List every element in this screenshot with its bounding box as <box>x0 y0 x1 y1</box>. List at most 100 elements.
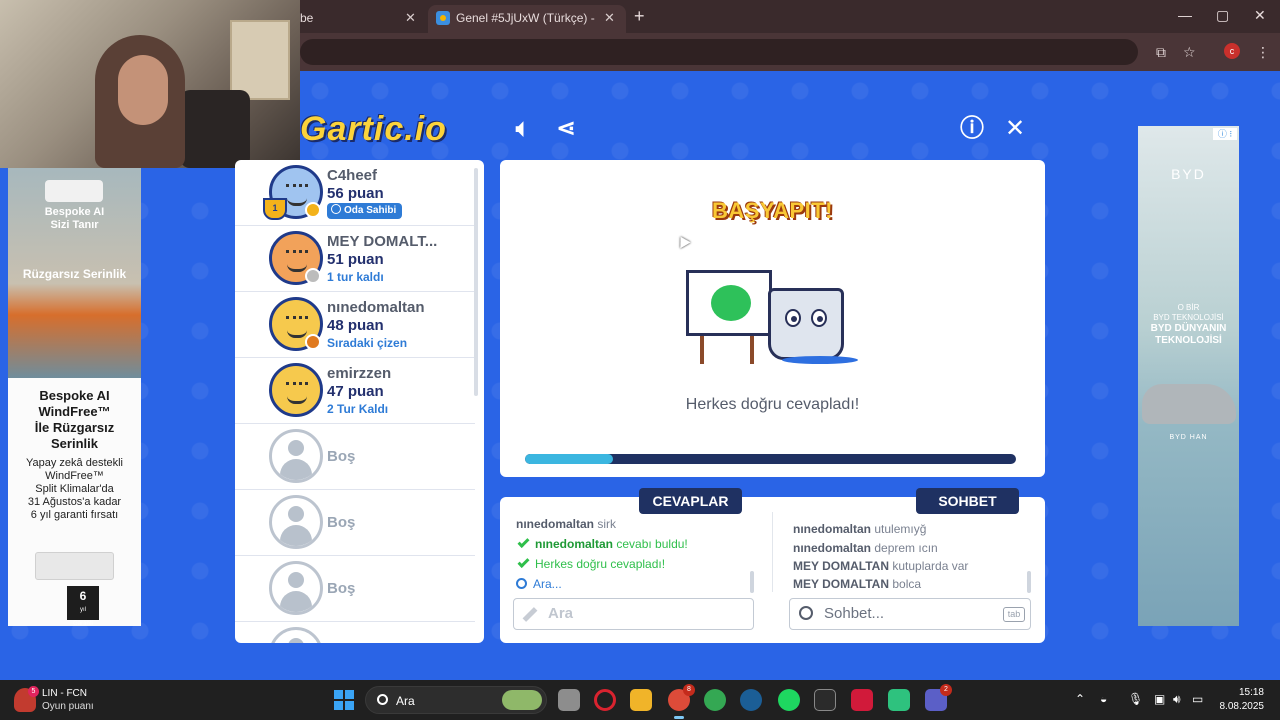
message-user: MEY DOMALTAN <box>793 577 889 591</box>
player-list: 1 C4heef 56 puan Oda Sahibi MEY DOMALT..… <box>235 160 484 643</box>
volume-icon[interactable]: 🔊︎ <box>1173 692 1181 707</box>
player-row[interactable]: 1 C4heef 56 puan Oda Sahibi <box>235 160 475 226</box>
maximize-button[interactable]: ▢ <box>1216 7 1229 24</box>
bookmark-star-icon[interactable]: ☆ <box>1183 44 1196 61</box>
message-user: nınedomaltan <box>516 517 595 531</box>
microphone-icon[interactable]: 🎙︎ <box>1128 692 1143 706</box>
teams-badge: 2 <box>940 684 952 696</box>
chat-message: MEY DOMALTAN kutuplarda var <box>793 559 968 573</box>
app-red-icon[interactable] <box>851 689 873 711</box>
info-icon[interactable]: ⓘ <box>957 114 987 144</box>
windows-start-icon[interactable] <box>334 690 354 710</box>
message-text: Ara... <box>533 577 562 591</box>
empty-player-slot <box>235 622 475 643</box>
bucket-eye <box>811 309 827 327</box>
ad-banner-right[interactable]: ⓘ ⁝ BYD O BİR BYD TEKNOLOJİSİ BYD DÜNYAN… <box>1138 126 1239 626</box>
player-avatar <box>269 363 323 417</box>
battery-icon[interactable]: ▭ <box>1192 692 1203 706</box>
sound-icon[interactable]: 🔈︎ <box>508 114 538 144</box>
tab-close-icon[interactable]: ✕ <box>604 10 615 26</box>
chat-scrollbar[interactable] <box>1027 571 1031 593</box>
chrome-badge: 8 <box>683 684 695 696</box>
room-owner-badge: Oda Sahibi <box>327 203 403 219</box>
widget-badge: 5 <box>28 686 39 697</box>
player-list-scrollbar[interactable] <box>474 168 478 396</box>
panel-divider <box>772 512 773 592</box>
opera-icon[interactable] <box>594 689 616 711</box>
player-name: C4heef <box>327 167 378 184</box>
address-bar[interactable] <box>300 39 1138 65</box>
player-points: 47 puan <box>327 383 384 400</box>
answers-scrollbar[interactable] <box>750 571 754 593</box>
round-progress-fill <box>525 454 614 464</box>
chat-input[interactable] <box>824 605 1004 622</box>
taskbar-clock[interactable]: 15:18 8.08.2025 <box>1208 686 1265 714</box>
widget-line2: Oyun puanı <box>42 701 94 712</box>
profile-avatar[interactable]: c <box>1224 43 1240 59</box>
ad-banner-left[interactable]: Bespoke AI Sizi Tanır Rüzgarsız Serinlik… <box>8 168 141 626</box>
player-status: Sıradaki çizen <box>327 336 408 350</box>
empty-player-slot: Boş <box>235 424 475 490</box>
answer-field[interactable] <box>513 598 754 630</box>
warranty-label: Garanti <box>73 621 93 626</box>
tray-overflow-icon[interactable]: ⌃ <box>1075 692 1085 706</box>
tab-title: Genel #5JjUxW (Türkçe) - Gartic <box>456 11 596 25</box>
player-points: 51 puan <box>327 251 384 268</box>
file-explorer-icon[interactable] <box>630 689 652 711</box>
player-status: 2 Tur Kaldı <box>327 402 389 416</box>
player-status-dot <box>305 268 321 284</box>
player-row[interactable]: nınedomaltan 48 puan Sıradaki çizen <box>235 292 475 358</box>
ad-headline: Bespoke AI WindFree™ İle Rüzgarsız Serin… <box>34 388 115 451</box>
player-row[interactable]: emirzzen 47 puan 2 Tur Kaldı <box>235 358 475 424</box>
empty-avatar-icon <box>269 429 323 483</box>
close-window-button[interactable]: ✕ <box>1254 7 1266 24</box>
tab-title: be <box>300 11 314 25</box>
check-icon <box>517 535 530 549</box>
new-tab-button[interactable]: + <box>634 6 645 27</box>
warranty-unit: yıl <box>80 607 86 613</box>
chrome-icon[interactable]: 8 <box>668 684 695 719</box>
browser-tab-active[interactable]: Genel #5JjUxW (Türkçe) - Gartic ✕ <box>428 5 626 33</box>
empty-slot-label: Boş <box>327 448 356 465</box>
player-row[interactable]: MEY DOMALT... 51 puan 1 tur kaldı <box>235 226 475 292</box>
teams-icon[interactable]: 2 <box>925 684 952 711</box>
windows-taskbar: 5 LIN - FCN Oyun puanı Ara 8 2 ⌃ ◒ 🎙︎ ▣ … <box>0 680 1280 720</box>
close-game-icon[interactable]: ✕ <box>1000 114 1030 144</box>
drawing-stage: BAŞYAPIT! Herkes doğru cevapladı! <box>500 160 1045 477</box>
ad-car-image <box>1142 384 1236 424</box>
browser-menu-icon[interactable]: ⋮ <box>1256 44 1270 61</box>
message-text: deprem ıcın <box>874 541 938 555</box>
ad-choices-icon[interactable]: ⓘ ⁝ <box>1213 128 1237 140</box>
webcam-chair <box>180 90 250 168</box>
avatar-mouth <box>287 330 307 338</box>
empty-slot-label: Boş <box>327 580 356 597</box>
empty-slot-label: Boş <box>327 514 356 531</box>
answer-input[interactable] <box>548 605 728 622</box>
empty-player-slot: Boş <box>235 556 475 622</box>
stage-title: BAŞYAPIT! <box>711 198 834 223</box>
task-view-icon[interactable] <box>558 689 580 711</box>
chat-field[interactable]: tab <box>789 598 1031 630</box>
share-icon[interactable]: ⋖ <box>551 114 581 144</box>
player-name: MEY DOMALT... <box>327 233 438 250</box>
tray-app-icon[interactable]: ◒ <box>1100 692 1107 706</box>
message-text: kutuplarda var <box>892 559 969 573</box>
empty-avatar-icon <box>269 495 323 549</box>
steam-icon[interactable] <box>740 689 762 711</box>
install-app-icon[interactable]: ⧉ <box>1156 44 1166 61</box>
network-icon[interactable]: ▣ <box>1154 692 1165 706</box>
message-user: nınedomaltan <box>793 522 872 536</box>
minimize-button[interactable]: — <box>1178 7 1192 23</box>
tab-key-hint: tab <box>1003 607 1025 622</box>
spotify-icon[interactable] <box>778 689 800 711</box>
player-status-dot <box>305 334 321 350</box>
chrome-alt-icon[interactable] <box>704 689 726 711</box>
taskbar-search[interactable]: Ara <box>365 686 547 714</box>
tab-close-icon[interactable]: ✕ <box>405 10 416 26</box>
epic-games-icon[interactable] <box>814 689 836 711</box>
browser-tab-inactive[interactable]: be ✕ <box>295 5 425 33</box>
pencil-icon <box>522 607 538 622</box>
app-green-icon[interactable] <box>888 689 910 711</box>
message-user: MEY DOMALTAN <box>793 559 889 573</box>
ad-small-text: O BİR BYD TEKNOLOJİSİ <box>1153 303 1224 322</box>
